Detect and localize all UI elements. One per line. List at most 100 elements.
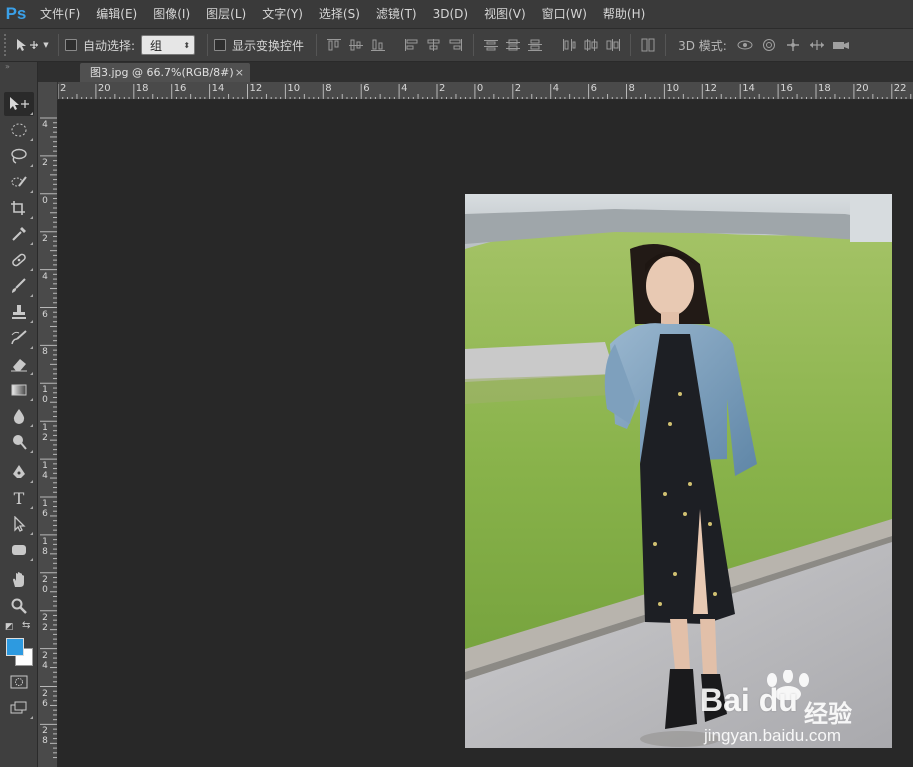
healing-brush-tool[interactable] [4,248,34,272]
hand-tool[interactable] [4,568,34,592]
clone-stamp-tool[interactable] [4,300,34,324]
menu-window[interactable]: 窗口(W) [534,0,595,28]
path-selection-tool[interactable] [4,512,34,536]
menu-filter[interactable]: 滤镜(T) [368,0,425,28]
distribute-left-icon[interactable] [558,35,580,55]
menu-help[interactable]: 帮助(H) [595,0,653,28]
quick-mask-icon [10,675,28,689]
3d-pan-icon[interactable] [781,35,805,55]
eraser-tool[interactable] [4,352,34,376]
pen-tool[interactable] [4,460,34,484]
collapse-panel-icon[interactable]: » [0,62,37,72]
3d-slide-icon[interactable] [805,35,829,55]
document-image[interactable] [465,194,892,748]
ruler-left-label: 4 [42,271,48,282]
tools-panel: » T ◩ ⇆ [0,62,38,767]
menu-type[interactable]: 文字(Y) [254,0,311,28]
gradient-icon [11,384,27,396]
eyedropper-tool[interactable] [4,222,34,246]
rectangle-tool[interactable] [4,538,34,562]
default-colors-icon[interactable]: ◩ [5,622,15,632]
jingyan-text: 经验 [804,700,852,728]
menu-file[interactable]: 文件(F) [32,0,88,28]
blur-tool[interactable] [4,404,34,428]
options-bar: ▼ 自动选择: 组 ⬍ 显示变换控件 3D 模式: [0,28,913,62]
quick-mask-button[interactable] [4,670,34,694]
divider [665,34,667,56]
ruler-left-label: 0 [42,195,48,206]
menu-3d[interactable]: 3D(D) [425,0,476,28]
close-icon[interactable]: × [235,63,244,82]
ruler-top-label: 2 [439,83,446,94]
pen-icon [13,465,25,478]
ruler-left-label: 18 [42,536,48,557]
dodge-icon [13,435,27,450]
ruler-left-label: 20 [42,574,48,595]
distribute-right-icon[interactable] [602,35,624,55]
auto-select-dropdown[interactable]: 组 ⬍ [141,35,196,55]
align-top-icon[interactable] [323,35,345,55]
menu-select[interactable]: 选择(S) [311,0,368,28]
tool-preset-picker[interactable]: ▼ [12,33,52,57]
stepper-arrows-icon: ⬍ [183,40,191,50]
show-transform-checkbox[interactable] [214,39,227,51]
move-tool-icon [17,39,39,51]
distribute-bottom-icon[interactable] [524,35,546,55]
auto-select-checkbox[interactable] [65,39,77,51]
type-icon: T [13,488,25,508]
align-right-icon[interactable] [445,35,467,55]
gradient-tool[interactable] [4,378,34,402]
screen-mode-button[interactable] [4,696,34,720]
align-bottom-icon[interactable] [367,35,389,55]
align-vertical-center-icon[interactable] [345,35,367,55]
ruler-top-label: 14 [211,83,225,94]
ruler-left-label: 24 [42,650,48,671]
menu-layer[interactable]: 图层(L) [198,0,254,28]
lasso-tool[interactable] [4,144,34,168]
document-tab-title: 图3.jpg @ 66.7%(RGB/8#) [90,66,234,79]
ruler-top-label: 18 [818,83,831,94]
crop-tool[interactable] [4,196,34,220]
water-drop-icon [13,409,25,424]
ruler-origin[interactable] [38,82,58,100]
vertical-ruler[interactable]: 420246810121416182022242628 [38,100,58,767]
move-tool[interactable] [4,92,34,116]
brush-tool[interactable] [4,274,34,298]
marquee-tool[interactable] [4,118,34,142]
distribute-top-icon[interactable] [480,35,502,55]
ruler-left-label: 16 [42,499,48,519]
distribute-horizontal-center-icon[interactable] [580,35,602,55]
options-bar-grip[interactable] [4,34,12,56]
horizontal-ruler[interactable]: 2 20 18 16 14 12 10 8 6 4 2 0 2 4 6 8 10 12 14 16 18 20 22 [38,82,913,100]
3d-rotate-icon[interactable] [733,35,757,55]
menu-edit[interactable]: 编辑(E) [88,0,145,28]
menu-image[interactable]: 图像(I) [145,0,198,28]
align-horizontal-center-icon[interactable] [423,35,445,55]
ruler-top-label: 8 [628,83,635,94]
document-tab[interactable]: 图3.jpg @ 66.7%(RGB/8#) × [80,63,250,82]
history-brush-tool[interactable] [4,326,34,350]
3d-roll-icon[interactable] [757,35,781,55]
ruler-left-label: 12 [42,423,48,444]
type-tool[interactable]: T [4,486,34,510]
ruler-left-label: 14 [42,461,48,482]
distribute-vertical-center-icon[interactable] [502,35,524,55]
ruler-top-label: 12 [704,83,718,94]
ruler-top-label: 8 [325,83,332,94]
3d-camera-icon[interactable] [829,35,853,55]
dodge-tool[interactable] [4,430,34,454]
menu-view[interactable]: 视图(V) [476,0,534,28]
swap-colors-icon[interactable]: ⇆ [22,620,30,631]
foreground-color-swatch[interactable] [6,638,24,656]
ruler-top-label: 18 [135,83,149,94]
menu-bar: Ps 文件(F) 编辑(E) 图像(I) 图层(L) 文字(Y) 选择(S) 滤… [0,0,913,28]
brush-icon [12,278,26,293]
watermark-url: jingyan.baidu.com [704,726,842,745]
zoom-tool[interactable] [4,594,34,618]
auto-align-layers-icon[interactable] [637,35,659,55]
align-left-icon[interactable] [401,35,423,55]
quick-selection-tool[interactable] [4,170,34,194]
ruler-top-label: 2 [60,83,67,94]
ruler-left-label: 26 [42,688,48,709]
divider [58,34,59,56]
